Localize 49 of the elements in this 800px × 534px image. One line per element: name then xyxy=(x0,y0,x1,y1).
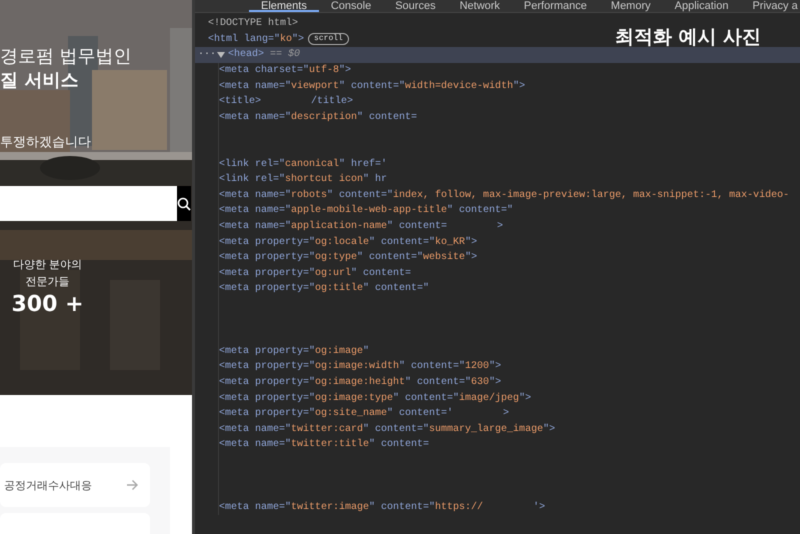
search-icon xyxy=(177,196,191,210)
devtools-tab[interactable]: Network xyxy=(448,0,512,12)
code-line[interactable]: <meta name="viewport" content="width=device-width"> xyxy=(219,80,526,92)
hero-subheadline: 질 서비스 xyxy=(0,69,80,93)
code-line[interactable]: <html lang="ko"> xyxy=(208,34,304,45)
code-line[interactable]: <meta name="application-name" content= > xyxy=(219,221,504,232)
stat-label: 다양한 분야의 전문가들 xyxy=(12,257,84,290)
devtools-tab[interactable]: Memory xyxy=(598,0,663,12)
code-line[interactable]: <meta name="twitter:title" content= xyxy=(219,439,430,450)
practice-item[interactable]: 공정거래수사대응 xyxy=(0,463,150,507)
code-line[interactable]: <meta property="og:title" content=" xyxy=(219,283,430,294)
code-line[interactable]: <meta property="og:image:width" content="1200"> xyxy=(219,361,502,372)
code-line[interactable]: <!DOCTYPE html> xyxy=(208,18,298,30)
code-line[interactable]: <meta property="og:image" xyxy=(219,346,370,357)
code-line[interactable]: <head> xyxy=(228,49,264,60)
hero-tagline: 투쟁하겠습니다 xyxy=(0,134,92,151)
more-marker[interactable]: ··· xyxy=(198,49,216,60)
stat-value: 300 + xyxy=(11,292,84,317)
code-line[interactable]: <meta name="robots" content="index, follow, max-image-preview:large, max-snippet:-1, max-video- xyxy=(219,190,790,201)
devtools-tab[interactable]: Privacy a xyxy=(740,0,800,12)
practice-label: 공정거래수사대응 xyxy=(4,478,92,492)
code-line[interactable]: <meta charset="utf-8"> xyxy=(219,65,352,76)
code-line[interactable]: <meta name="apple-mobile-web-app-title" content=" xyxy=(219,205,514,216)
devtools-tab[interactable]: Performance xyxy=(512,0,599,12)
devtools-tab[interactable]: Console xyxy=(318,0,384,12)
code-line[interactable]: <meta property="og:image:type" content="image/jpeg"> xyxy=(219,392,532,404)
arrow-icon xyxy=(126,479,138,491)
code-line[interactable]: <meta property="og:image:height" content="630"> xyxy=(219,376,502,388)
code-line[interactable]: <link rel="canonical" href=' xyxy=(219,158,388,170)
hero-headline: 경로펌 법무법인 xyxy=(0,45,133,69)
devtools-tab[interactable]: Sources xyxy=(383,0,448,12)
console-reference: == $0 xyxy=(270,49,300,60)
code-line[interactable]: <meta property="og:url" content= xyxy=(219,268,412,279)
search-button[interactable] xyxy=(177,186,191,221)
search-field[interactable] xyxy=(0,186,177,221)
code-line[interactable]: <meta property="og:locale" content="ko_KR"> xyxy=(219,236,478,248)
selected-row[interactable]: ··· <head> == $0 xyxy=(195,47,800,63)
caption: 최적화 예시 사진 xyxy=(615,25,762,50)
code-line[interactable]: <title> /title> xyxy=(219,96,354,108)
scroll-badge[interactable]: scroll xyxy=(308,33,349,46)
code-line[interactable]: <meta name="twitter:image" content="https:// '> xyxy=(219,502,546,513)
code-line[interactable]: <meta name="twitter:card" content="summary_large_image"> xyxy=(219,424,556,435)
expand-arrow-icon[interactable] xyxy=(217,52,225,58)
devtools-tab[interactable]: Elements xyxy=(249,0,319,12)
code-line[interactable]: <meta name="description" content= xyxy=(219,112,418,123)
code-line[interactable]: <meta property="og:site_name" content=' > xyxy=(219,408,510,420)
code-line[interactable]: <link rel="shortcut icon" hr xyxy=(219,174,388,186)
code-line[interactable]: <meta property="og:type" content="website"> xyxy=(219,252,478,264)
devtools-tab[interactable]: Application xyxy=(662,0,740,12)
